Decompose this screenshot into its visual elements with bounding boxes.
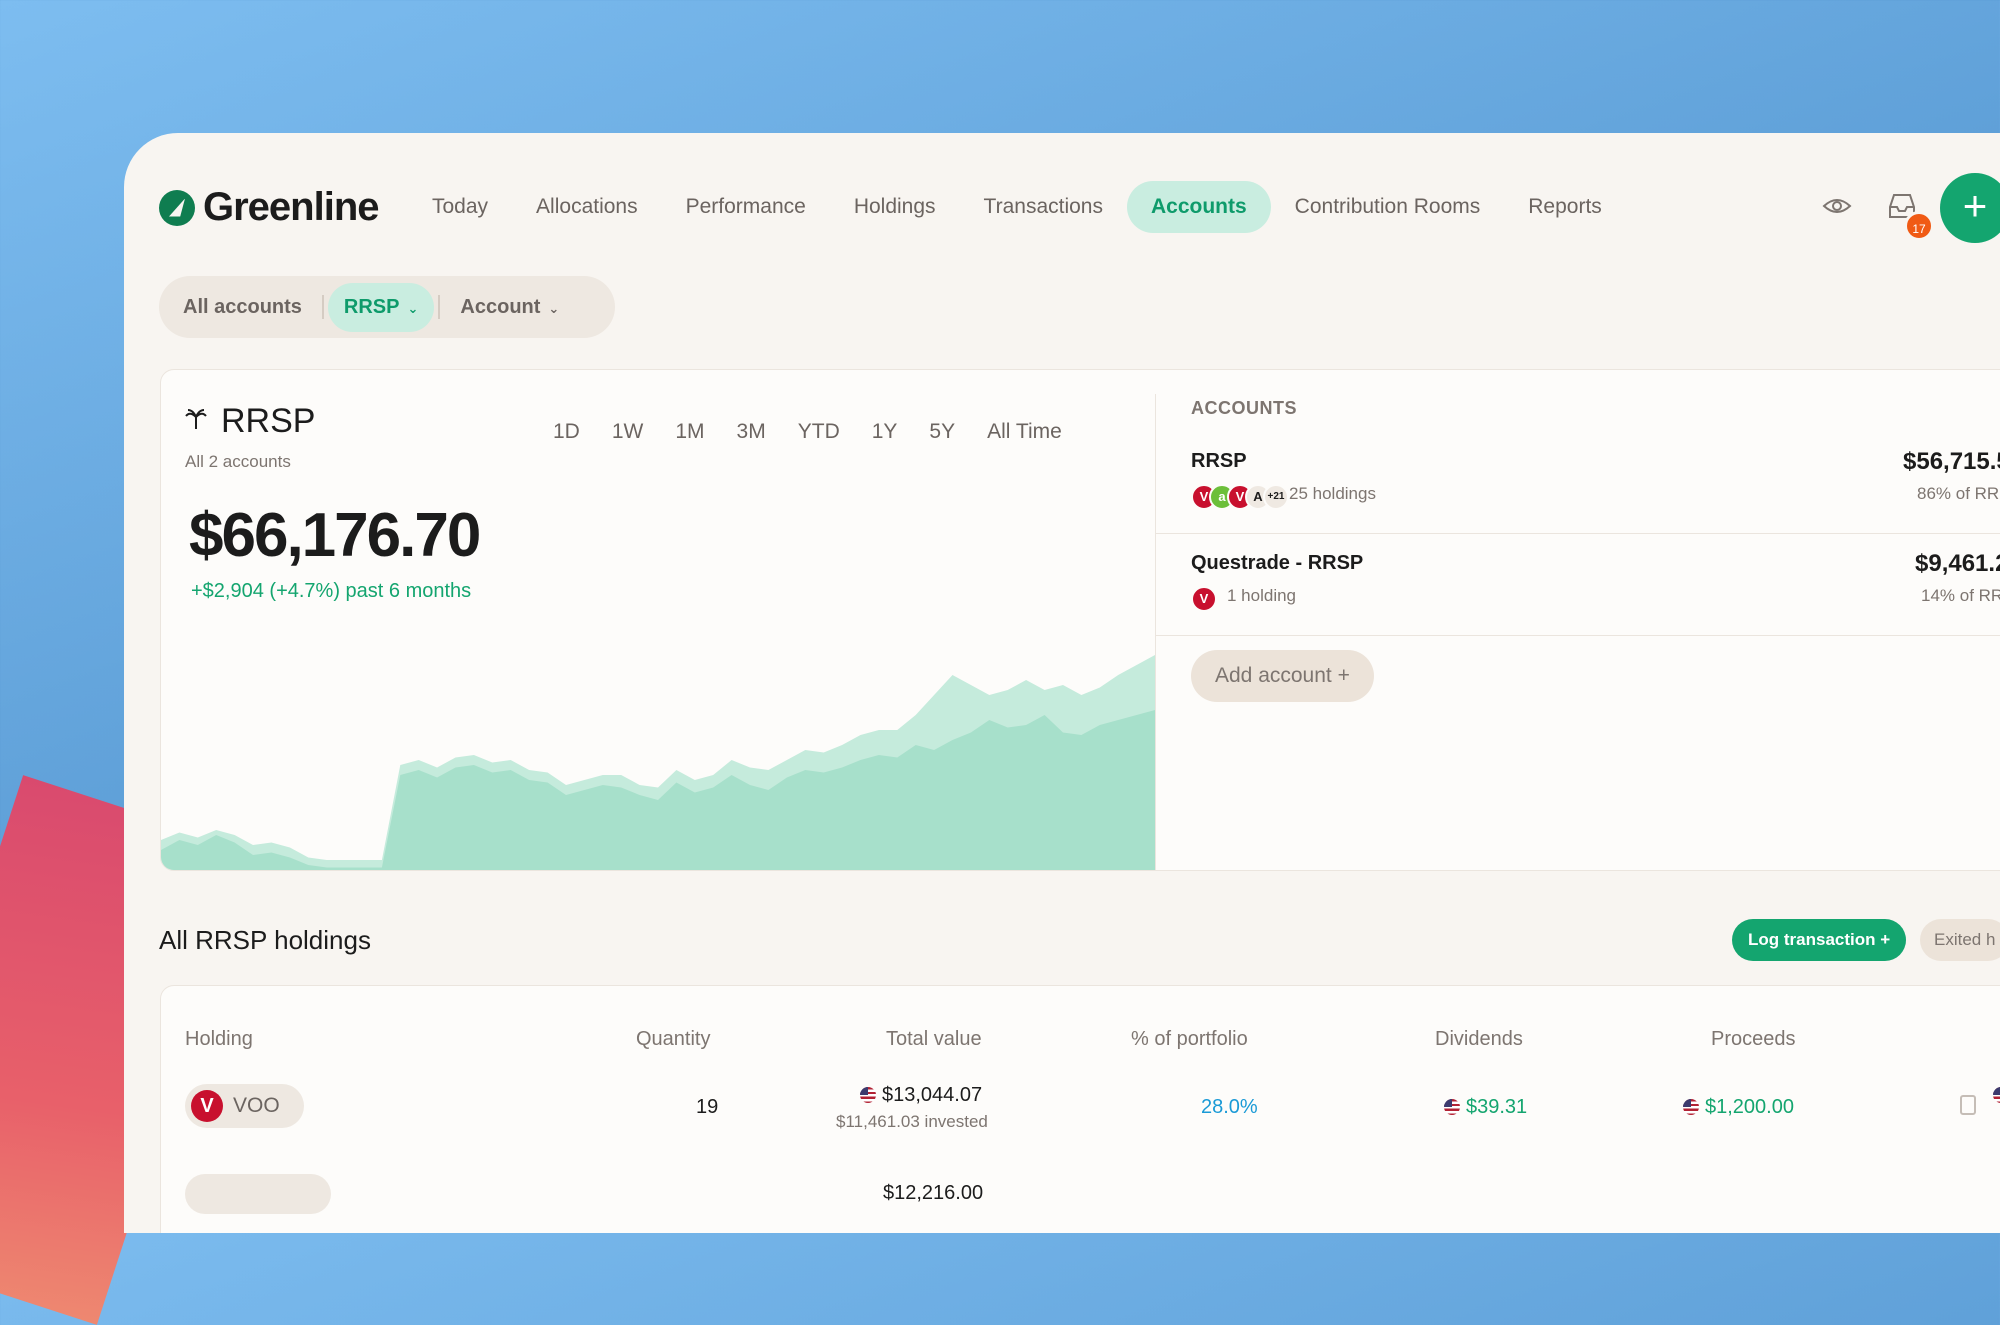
holding-chip-voo[interactable]: V VOO xyxy=(185,1084,304,1128)
range-1d[interactable]: 1D xyxy=(537,420,596,444)
eye-icon[interactable] xyxy=(1822,191,1852,221)
holding-dividends: $39.31 xyxy=(1444,1096,1527,1119)
range-1m[interactable]: 1M xyxy=(659,420,720,444)
app-window: Greenline Today Allocations Performance … xyxy=(124,133,2000,1233)
us-flag-icon xyxy=(1993,1087,2000,1103)
chevron-down-icon: ⌄ xyxy=(548,300,560,316)
range-ytd[interactable]: YTD xyxy=(782,420,856,444)
us-flag-icon xyxy=(860,1087,876,1103)
main-nav: Today Allocations Performance Holdings T… xyxy=(408,181,1626,233)
logo-text: Greenline xyxy=(203,185,380,229)
range-3m[interactable]: 3M xyxy=(721,420,782,444)
column-holding[interactable]: Holding xyxy=(185,1028,253,1051)
column-percent-portfolio[interactable]: % of portfolio xyxy=(1131,1028,1248,1051)
account-share: 14% of RR xyxy=(1921,586,2000,605)
palm-tree-icon xyxy=(185,409,207,429)
more-holdings-count: +21 xyxy=(1263,484,1289,510)
account-filter: All accounts RRSP ⌄ Account ⌄ xyxy=(159,276,615,338)
add-button[interactable]: + xyxy=(1940,173,2000,243)
range-1y[interactable]: 1Y xyxy=(856,420,914,444)
us-flag-icon xyxy=(1683,1099,1699,1115)
nav-transactions[interactable]: Transactions xyxy=(960,181,1127,233)
vanguard-logo-icon: V xyxy=(191,1090,223,1122)
holding-invested: $11,461.03 invested xyxy=(836,1112,988,1131)
holding-proceeds: $1,200.00 xyxy=(1683,1096,1794,1119)
log-transaction-button[interactable]: Log transaction + xyxy=(1732,919,1907,961)
nav-allocations[interactable]: Allocations xyxy=(512,181,662,233)
nav-reports[interactable]: Reports xyxy=(1504,181,1626,233)
inbox-badge: 17 xyxy=(1904,211,1934,241)
column-quantity[interactable]: Quantity xyxy=(636,1028,710,1051)
filter-account-label: Account xyxy=(460,295,541,318)
filter-rrsp[interactable]: RRSP ⌄ xyxy=(327,282,435,332)
filter-all-accounts[interactable]: All accounts xyxy=(167,283,318,332)
us-flag-icon xyxy=(1444,1099,1460,1115)
holding-percent: 28.0% xyxy=(1201,1096,1258,1118)
nav-performance[interactable]: Performance xyxy=(662,181,830,233)
add-account-button[interactable]: Add account + xyxy=(1191,650,1374,702)
range-1w[interactable]: 1W xyxy=(596,420,660,444)
holding-logos: V a V A +21 xyxy=(1191,484,1289,510)
portfolio-value: $66,176.70 xyxy=(189,501,481,570)
holding-total-value: $12,216.00 xyxy=(883,1182,984,1204)
note-icon[interactable] xyxy=(1960,1095,1976,1115)
range-all-time[interactable]: All Time xyxy=(971,420,1078,444)
performance-panel: RRSP All 2 accounts 1D 1W 1M 3M YTD 1Y 5… xyxy=(161,370,1155,870)
proceeds-amount: $1,200.00 xyxy=(1705,1096,1794,1118)
filter-divider xyxy=(321,295,324,319)
account-share: 86% of RR xyxy=(1917,484,2000,503)
account-value: $56,715.5 xyxy=(1903,448,2000,475)
column-dividends[interactable]: Dividends xyxy=(1435,1028,1523,1051)
account-value: $9,461.2 xyxy=(1915,550,2000,577)
total-value-amount: $13,044.07 xyxy=(882,1084,983,1106)
nav-contribution-rooms[interactable]: Contribution Rooms xyxy=(1271,181,1505,233)
filter-divider xyxy=(438,295,441,319)
holding-total-value: $13,044.07 xyxy=(860,1084,982,1107)
filter-rrsp-label: RRSP xyxy=(343,295,400,318)
holding-ticker: VOO xyxy=(233,1094,280,1117)
holding-chip[interactable] xyxy=(185,1174,331,1214)
account-name: Questrade - RRSP xyxy=(1191,552,1364,574)
chevron-down-icon: ⌄ xyxy=(407,300,419,316)
holdings-title: All RRSP holdings xyxy=(159,925,371,955)
account-subtitle: All 2 accounts xyxy=(185,452,291,471)
logo[interactable]: Greenline xyxy=(159,185,380,230)
performance-chart[interactable] xyxy=(161,620,1155,870)
filter-account[interactable]: Account ⌄ xyxy=(444,283,575,332)
dividends-amount: $39.31 xyxy=(1466,1096,1528,1118)
holding-gain: +$ xyxy=(1993,1084,2000,1107)
range-5y[interactable]: 5Y xyxy=(913,420,971,444)
range-selector: 1D 1W 1M 3M YTD 1Y 5Y All Time xyxy=(537,420,1078,444)
nav-holdings[interactable]: Holdings xyxy=(830,181,960,233)
exited-holdings-button[interactable]: Exited h xyxy=(1920,919,2000,961)
account-name: RRSP xyxy=(1191,450,1247,472)
summary-card: RRSP All 2 accounts 1D 1W 1M 3M YTD 1Y 5… xyxy=(160,369,2000,871)
holding-logos: V xyxy=(1191,586,1217,612)
nav-today[interactable]: Today xyxy=(408,181,512,233)
holdings-table: Holding Quantity Total value % of portfo… xyxy=(160,985,2000,1233)
holdings-count: 1 holding xyxy=(1227,586,1297,605)
portfolio-change: +$2,904 (+4.7%) past 6 months xyxy=(191,580,472,602)
holdings-count: 25 holdings xyxy=(1289,484,1376,503)
account-title: RRSP xyxy=(221,402,316,440)
vanguard-logo-icon: V xyxy=(1191,586,1217,612)
accounts-heading: ACCOUNTS xyxy=(1191,398,1297,418)
account-row-rrsp[interactable]: RRSP V a V A +21 25 holdings $56,715.5 8… xyxy=(1155,432,2000,534)
logo-icon xyxy=(159,189,195,226)
account-row-questrade[interactable]: Questrade - RRSP V 1 holding $9,461.2 14… xyxy=(1155,534,2000,636)
nav-accounts[interactable]: Accounts xyxy=(1126,181,1271,233)
column-proceeds[interactable]: Proceeds xyxy=(1711,1028,1796,1051)
column-total-value[interactable]: Total value xyxy=(886,1028,982,1051)
holding-quantity: 19 xyxy=(696,1096,719,1118)
